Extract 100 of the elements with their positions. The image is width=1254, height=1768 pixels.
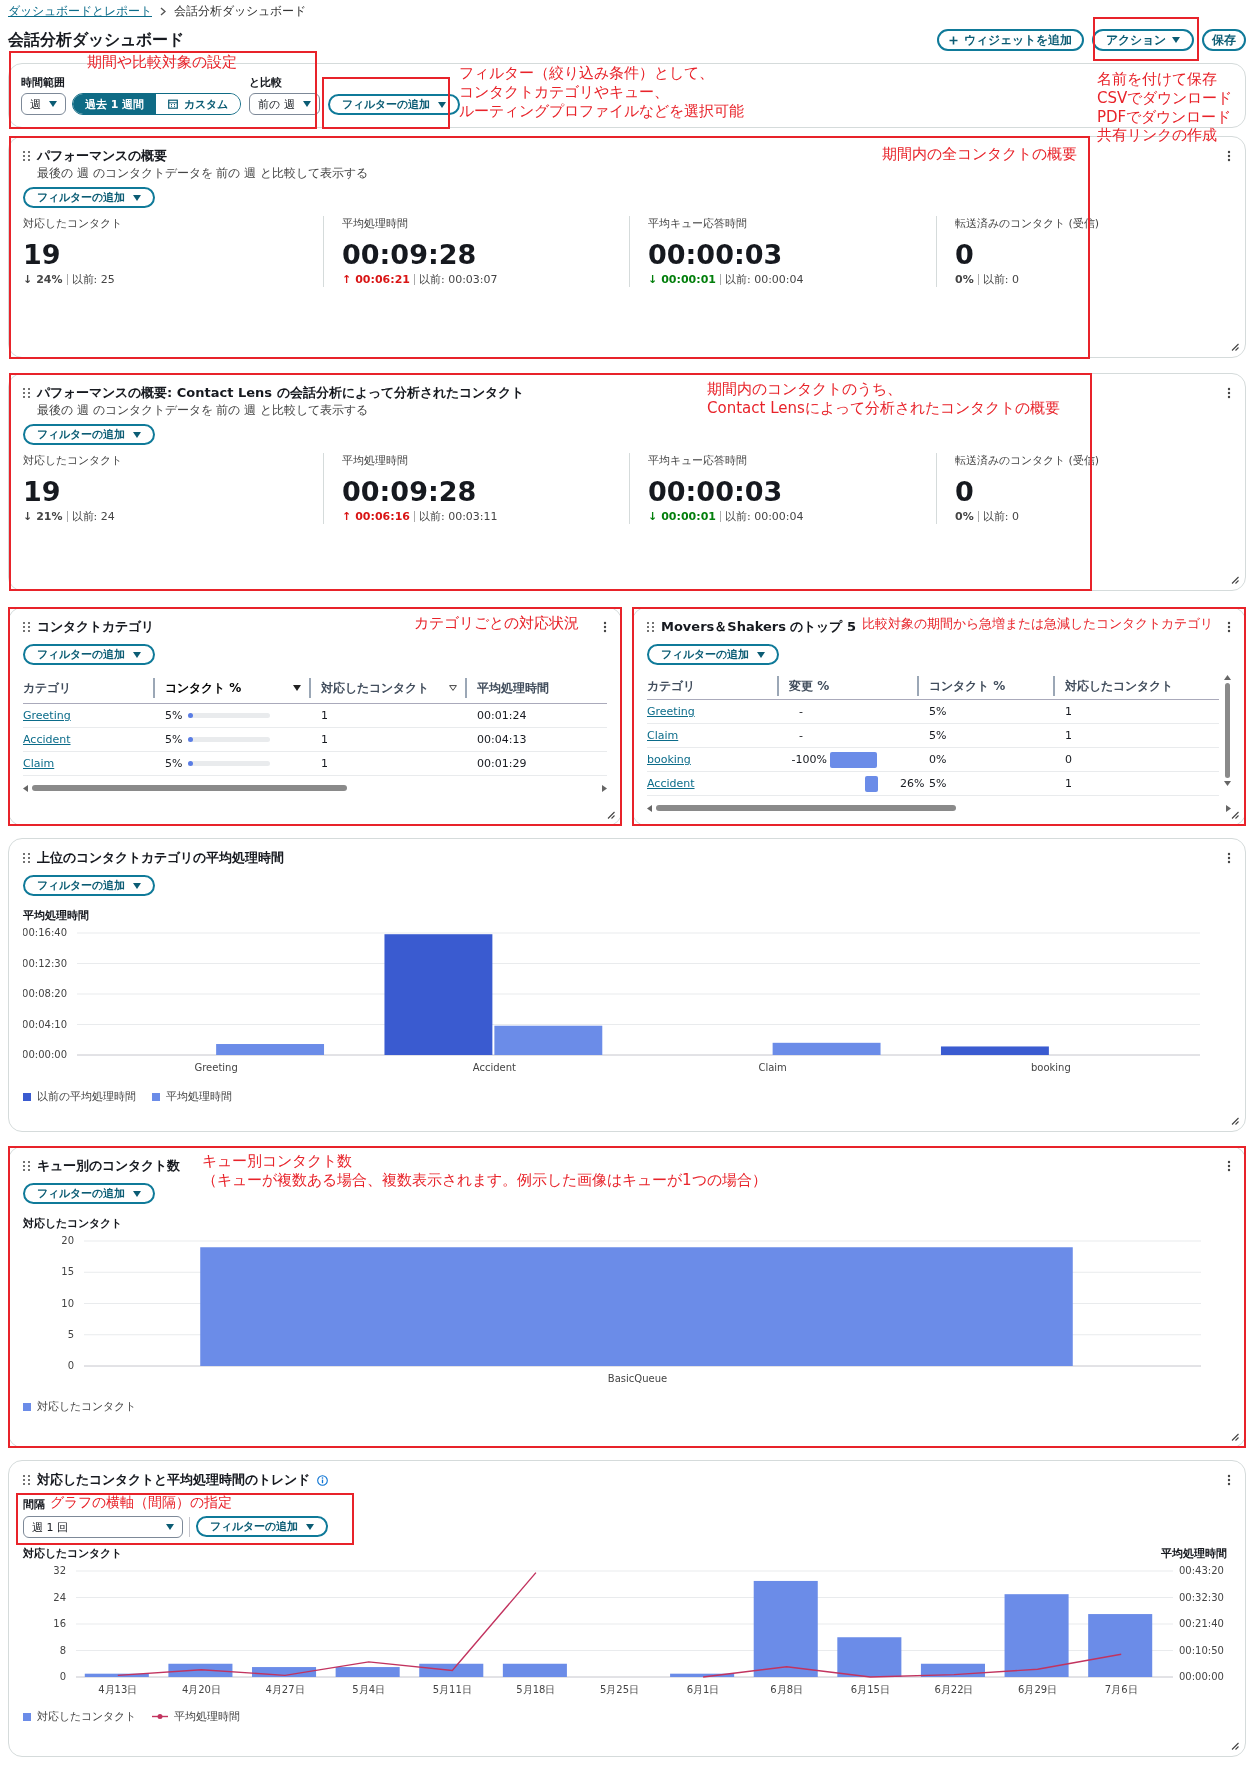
column-header[interactable]: 平均処理時間 <box>477 679 549 697</box>
drag-handle-icon[interactable] <box>23 388 30 398</box>
scroll-right-icon[interactable] <box>602 784 607 792</box>
filter-button[interactable]: フィルターの追加 <box>647 644 779 665</box>
menu-icon[interactable] <box>1227 1474 1231 1486</box>
filter-button[interactable]: フィルターの追加 <box>196 1516 328 1537</box>
caret-icon <box>133 194 141 201</box>
filter-button[interactable]: フィルターの追加 <box>327 94 460 115</box>
scroll-right-icon[interactable] <box>1226 804 1231 812</box>
menu-icon[interactable] <box>603 621 607 633</box>
column-header[interactable]: カテゴリ <box>23 679 71 697</box>
resize-handle-icon[interactable] <box>1231 1742 1239 1750</box>
trend-arrow: ↓ <box>648 273 658 286</box>
previous-value: 以前: 25 <box>71 272 115 287</box>
sort-descending-icon[interactable] <box>293 685 301 691</box>
header-button[interactable]: アクション <box>1092 29 1194 51</box>
resize-handle-icon[interactable] <box>1231 811 1239 819</box>
menu-icon[interactable] <box>1227 621 1231 633</box>
table-cell: 5% <box>165 733 183 746</box>
unit-select[interactable]: 週 <box>21 93 66 115</box>
category-link[interactable]: Claim <box>23 757 55 770</box>
trend-arrow: ↓ <box>23 510 33 523</box>
annotation-note: 共有リンクの作成 <box>1097 126 1217 145</box>
category-label: booking <box>1030 1062 1071 1073</box>
resize-handle-icon[interactable] <box>1231 1117 1239 1125</box>
legend-label: 対応したコンタクト <box>37 1709 136 1724</box>
range-option[interactable]: 過去 1 週間 <box>73 94 157 114</box>
legend-label: 対応したコンタクト <box>37 1399 136 1414</box>
filter-button[interactable]: フィルターの追加 <box>23 424 155 445</box>
column-header[interactable]: 対応したコンタクト <box>321 679 429 697</box>
change-value: 0% <box>955 273 974 286</box>
drag-handle-icon[interactable] <box>23 1475 30 1485</box>
header-button[interactable]: ウィジェットを追加 <box>937 29 1084 51</box>
scroll-left-icon[interactable] <box>647 804 652 812</box>
category-link[interactable]: Accident <box>647 777 695 790</box>
chart-bar <box>837 1637 902 1677</box>
category-link[interactable]: booking <box>647 753 691 766</box>
widget-title: 上位のコンタクトカテゴリの平均処理時間 <box>37 849 284 867</box>
category-link[interactable]: Greeting <box>23 709 71 722</box>
filter-button[interactable]: フィルターの追加 <box>23 875 155 896</box>
table-cell: 1 <box>1065 705 1072 718</box>
category-link[interactable]: Claim <box>647 729 679 742</box>
chart-bar <box>502 1663 567 1677</box>
tick-label: 00:00:00 <box>1179 1671 1224 1682</box>
column-header[interactable]: 変更 % <box>789 677 830 695</box>
category-label: Accident <box>472 1062 516 1073</box>
column-header[interactable]: 対応したコンタクト <box>1065 677 1173 695</box>
change-value: 0% <box>955 510 974 523</box>
tick-label: 0 <box>67 1360 74 1371</box>
column-header[interactable]: コンタクト % <box>929 677 1006 695</box>
widget-subtitle: 最後の 週 のコンタクトデータを 前の 週 と比較して表示する <box>37 402 369 419</box>
compare-select[interactable]: 前の 週 <box>249 93 320 115</box>
drag-handle-icon[interactable] <box>23 622 30 632</box>
sort-icon[interactable] <box>449 685 457 691</box>
breadcrumb-current: 会話分析ダッシュボード <box>174 2 306 20</box>
menu-icon[interactable] <box>1227 150 1231 162</box>
change-value: 00:06:21 <box>355 273 410 286</box>
scroll-left-icon[interactable] <box>23 784 28 792</box>
scrollbar-thumb[interactable] <box>1224 683 1230 778</box>
scroll-up-icon[interactable] <box>1223 675 1231 680</box>
scrollbar-thumb[interactable] <box>656 805 956 811</box>
category-label: 5月4日 <box>352 1684 385 1695</box>
annotation-note: 期間内のコンタクトのうち、 <box>707 380 902 399</box>
caret-icon <box>133 1190 141 1197</box>
column-header[interactable]: コンタクト % <box>165 679 242 697</box>
tick-label: 5 <box>67 1328 74 1340</box>
resize-handle-icon[interactable] <box>1231 576 1239 584</box>
interval-select[interactable]: 週 1 回 <box>23 1516 183 1538</box>
trend-arrow: ↑ <box>342 510 352 523</box>
drag-handle-icon[interactable] <box>23 151 30 161</box>
drag-handle-icon[interactable] <box>647 622 654 632</box>
chart-bar <box>1088 1614 1153 1677</box>
category-link[interactable]: Accident <box>23 733 71 746</box>
filter-button[interactable]: フィルターの追加 <box>23 644 155 665</box>
drag-handle-icon[interactable] <box>23 853 30 863</box>
metric-label: 対応したコンタクト <box>23 216 122 231</box>
drag-handle-icon[interactable] <box>23 1161 30 1171</box>
breadcrumb-link[interactable]: ダッシュボードとレポート <box>8 2 152 20</box>
header-button[interactable]: 保存 <box>1202 29 1246 51</box>
table-cell: 0 <box>1065 753 1072 766</box>
table-cell: 00:04:13 <box>477 733 527 746</box>
category-link[interactable]: Greeting <box>647 705 695 718</box>
filter-button[interactable]: フィルターの追加 <box>23 187 155 208</box>
tick-label: 00:10:50 <box>1179 1644 1224 1656</box>
scroll-down-icon[interactable] <box>1223 781 1231 786</box>
tick-label: 00:21:40 <box>1179 1618 1224 1629</box>
resize-handle-icon[interactable] <box>607 811 615 819</box>
resize-handle-icon[interactable] <box>1231 343 1239 351</box>
menu-icon[interactable] <box>1227 852 1231 864</box>
column-header[interactable]: カテゴリ <box>647 677 695 695</box>
menu-icon[interactable] <box>1227 387 1231 399</box>
widget-title: キュー別のコンタクト数 <box>37 1157 180 1175</box>
metric-label: 平均キュー応答時間 <box>648 216 747 231</box>
filter-button[interactable]: フィルターの追加 <box>23 1183 155 1204</box>
annotation-note: 期間や比較対象の設定 <box>87 53 237 72</box>
resize-handle-icon[interactable] <box>1231 1433 1239 1441</box>
menu-icon[interactable] <box>1227 1160 1231 1172</box>
scrollbar-thumb[interactable] <box>32 785 347 791</box>
info-icon[interactable] <box>317 1474 328 1486</box>
chart-bar <box>419 1663 484 1677</box>
